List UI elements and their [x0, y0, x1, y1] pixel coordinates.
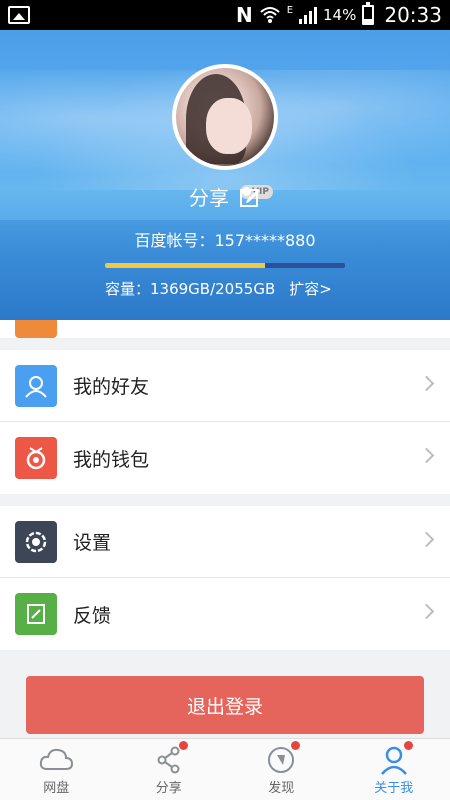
status-bar: N E 14% 20:33 — [0, 0, 450, 30]
chevron-right-icon — [418, 375, 435, 392]
edit-icon[interactable] — [239, 186, 261, 208]
menu-item-settings[interactable]: 设置 — [0, 506, 450, 578]
username: 分享 — [189, 186, 229, 210]
battery-icon — [362, 2, 375, 25]
tab-cloud-drive[interactable]: 网盘 — [0, 739, 113, 800]
avatar-face — [206, 98, 252, 154]
logout-button[interactable]: 退出登录 — [26, 676, 424, 734]
notification-badge — [178, 741, 188, 750]
settings-icon — [15, 520, 57, 563]
feedback-icon — [15, 593, 57, 635]
menu-item-feedback[interactable]: 反馈 — [0, 578, 450, 650]
notification-badge — [291, 741, 300, 750]
notification-badge — [403, 741, 413, 750]
menu-item-label: 设置 — [73, 532, 112, 554]
menu-item-friends[interactable]: 我的好友 — [0, 350, 450, 422]
menu-item-partial[interactable] — [0, 320, 450, 338]
chevron-right-icon — [418, 603, 435, 620]
menu-item-label: 我的好友 — [73, 376, 150, 398]
gallery-notification-icon — [8, 6, 30, 24]
menu-item-label: 我的钱包 — [73, 448, 150, 471]
profile-header: VIP 分享 百度帐号：157*****880 容量：1369GB/2055GB… — [0, 30, 450, 320]
network-type-label: E — [286, 5, 294, 16]
tab-share[interactable]: 分享 — [113, 739, 226, 800]
capacity-row: 容量：1369GB/2055GB 扩容> — [105, 278, 332, 299]
menu-item-partial-icon — [15, 320, 57, 338]
friends-icon — [15, 364, 57, 407]
chevron-right-icon — [418, 447, 435, 464]
wifi-icon — [260, 7, 280, 23]
tab-discover[interactable]: 发现 — [225, 739, 338, 800]
signal-icon — [299, 6, 318, 24]
tab-label: 发现 — [268, 781, 295, 796]
storage-bar — [105, 263, 345, 268]
chevron-right-icon — [418, 531, 435, 548]
avatar[interactable] — [172, 64, 278, 170]
tab-label: 关于我 — [374, 781, 414, 796]
storage-bar-fill — [105, 263, 265, 268]
tab-label: 分享 — [155, 781, 182, 796]
tab-label: 网盘 — [43, 781, 70, 796]
clock: 20:33 — [384, 3, 442, 27]
account-id: 百度帐号：157*****880 — [134, 231, 316, 250]
tab-about-me[interactable]: 关于我 — [338, 739, 450, 800]
nfc-icon: N — [235, 3, 253, 27]
bottom-nav: 网盘 分享 发现 关于我 — [0, 738, 450, 800]
capacity-text: 容量：1369GB/2055GB — [105, 280, 276, 298]
battery-percent: 14% — [323, 6, 357, 24]
wallet-icon — [15, 437, 57, 479]
menu-group-1: 我的好友 我的钱包 — [0, 350, 450, 494]
username-row: 分享 — [0, 182, 450, 211]
menu-item-label: 反馈 — [73, 604, 112, 627]
expand-storage-link[interactable]: 扩容> — [289, 278, 332, 299]
cloud-icon — [40, 748, 74, 770]
menu-group-2: 设置 反馈 — [0, 506, 450, 650]
menu-item-wallet[interactable]: 我的钱包 — [0, 422, 450, 494]
